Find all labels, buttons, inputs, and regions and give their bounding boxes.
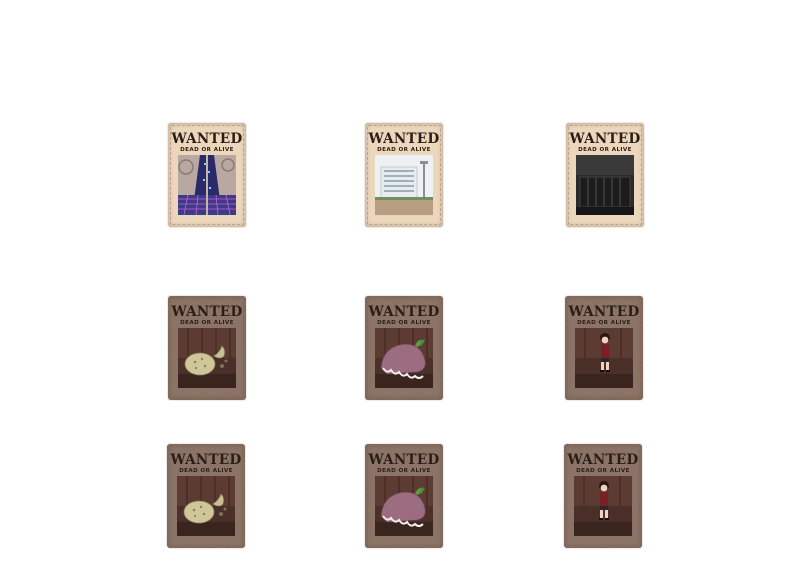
- poster-title: WANTED: [170, 452, 242, 468]
- poster-title: WANTED: [171, 131, 243, 147]
- building-icon: [375, 155, 433, 215]
- girl-character-icon: [575, 328, 633, 388]
- poster-subtitle: DEAD OR ALIVE: [377, 147, 431, 153]
- wanted-poster-4[interactable]: WANTED DEAD OR ALIVE: [168, 296, 246, 400]
- poster-title: WANTED: [368, 131, 440, 147]
- neon-tower-icon: [178, 155, 236, 215]
- poster-title: WANTED: [568, 304, 640, 320]
- poster-title: WANTED: [171, 304, 243, 320]
- dark-room-icon: [576, 155, 634, 215]
- wanted-poster-2[interactable]: WANTED DEAD OR ALIVE: [365, 123, 443, 227]
- wanted-poster-6[interactable]: WANTED DEAD OR ALIVE: [565, 296, 643, 400]
- wanted-poster-8[interactable]: WANTED DEAD OR ALIVE: [365, 444, 443, 548]
- poster-subtitle: DEAD OR ALIVE: [377, 468, 431, 474]
- girl-character-icon: [574, 476, 632, 536]
- poster-subtitle: DEAD OR ALIVE: [576, 468, 630, 474]
- potato-creature-icon: [177, 476, 235, 536]
- wanted-poster-3[interactable]: WANTED DEAD OR ALIVE: [566, 123, 644, 227]
- poster-subtitle: DEAD OR ALIVE: [180, 320, 234, 326]
- eggplant-creature-icon: [375, 328, 433, 388]
- poster-subtitle: DEAD OR ALIVE: [578, 147, 632, 153]
- potato-creature-icon: [178, 328, 236, 388]
- poster-title: WANTED: [567, 452, 639, 468]
- poster-subtitle: DEAD OR ALIVE: [179, 468, 233, 474]
- wanted-poster-1[interactable]: WANTED DEAD OR ALIVE: [168, 123, 246, 227]
- eggplant-creature-icon: [375, 476, 433, 536]
- wanted-poster-5[interactable]: WANTED DEAD OR ALIVE: [365, 296, 443, 400]
- poster-subtitle: DEAD OR ALIVE: [577, 320, 631, 326]
- poster-title: WANTED: [368, 452, 440, 468]
- wanted-poster-7[interactable]: WANTED DEAD OR ALIVE: [167, 444, 245, 548]
- poster-subtitle: DEAD OR ALIVE: [377, 320, 431, 326]
- poster-title: WANTED: [569, 131, 641, 147]
- poster-title: WANTED: [368, 304, 440, 320]
- wanted-poster-9[interactable]: WANTED DEAD OR ALIVE: [564, 444, 642, 548]
- poster-subtitle: DEAD OR ALIVE: [180, 147, 234, 153]
